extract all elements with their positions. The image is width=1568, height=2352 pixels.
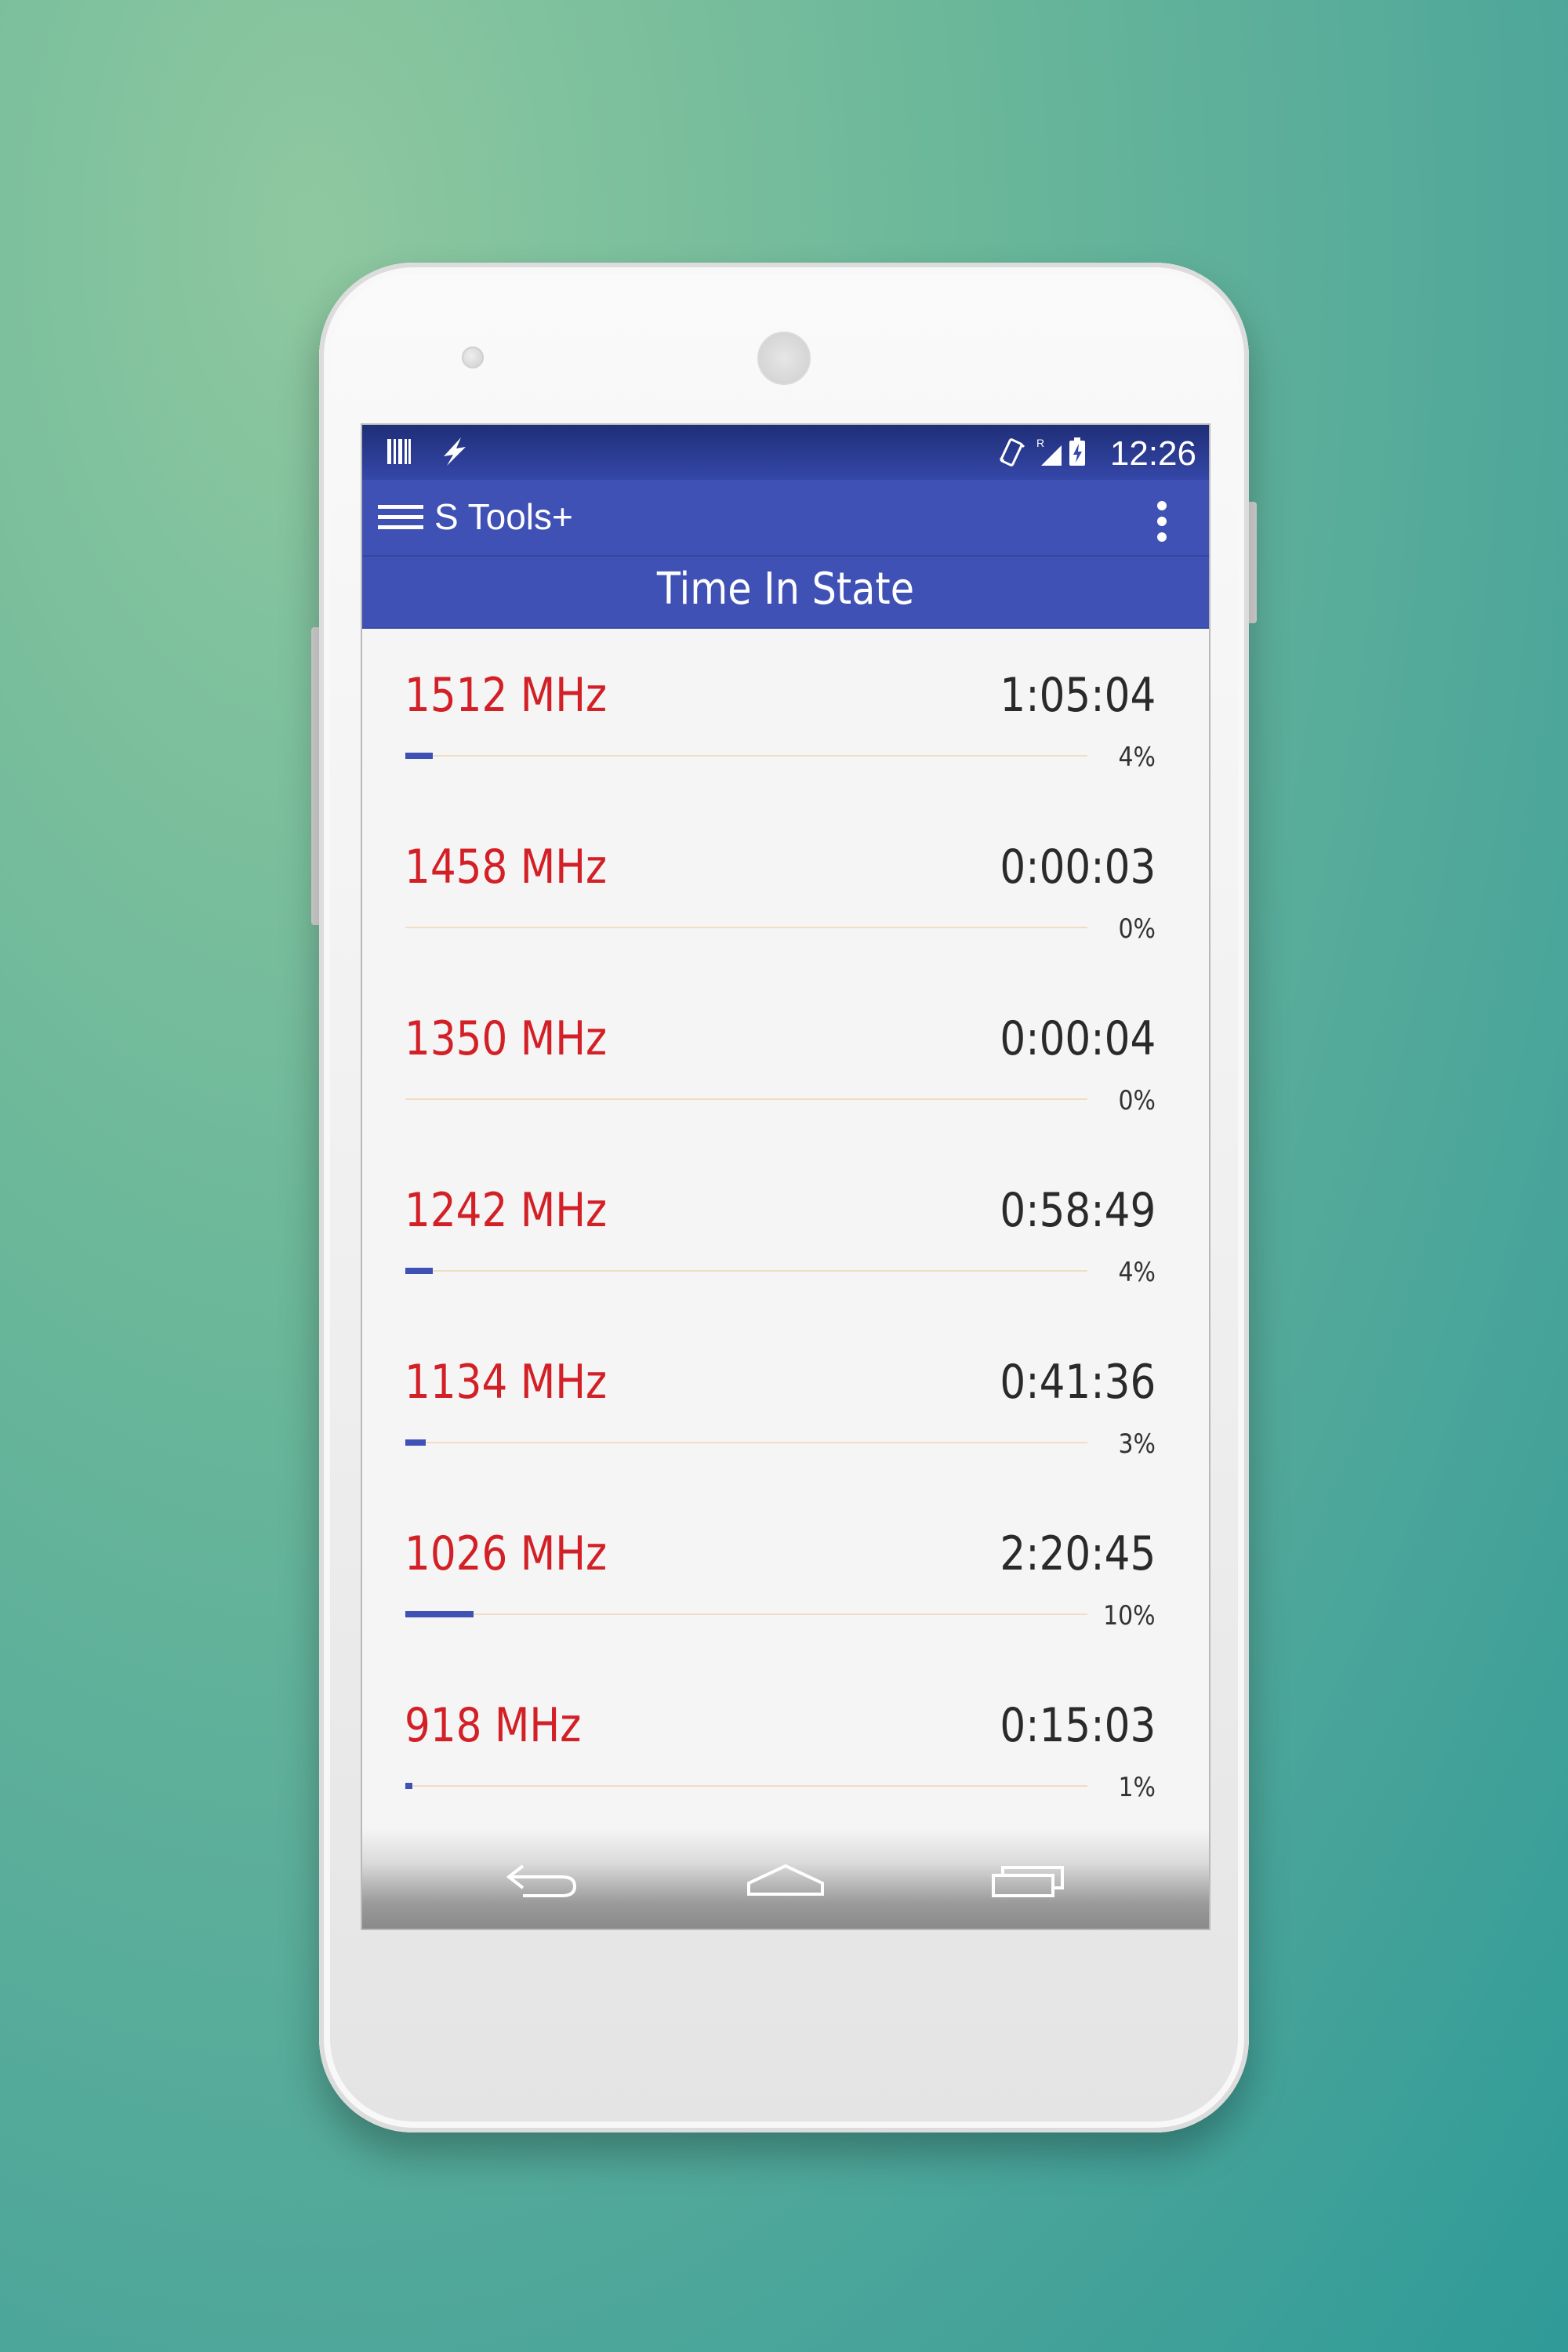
frequency-label: 1512 MHz [405,668,608,723]
progress-track [405,927,1087,928]
percent-label: 1% [1118,1772,1156,1803]
status-time: 12:26 [1109,434,1196,473]
list-item[interactable]: 1026 MHz 2:20:45 10% [362,1486,1209,1657]
navigation-bar [362,1828,1209,1929]
app-bar: S Tools+ Time In State [362,480,1209,629]
list-item[interactable]: 1242 MHz 0:58:49 4% [362,1142,1209,1314]
frequency-label: 1458 MHz [405,840,608,895]
progress-fill [405,1611,474,1617]
list-item[interactable]: 1512 MHz 1:05:04 4% [362,627,1209,799]
app-title: S Tools+ [434,496,573,537]
percent-label: 0% [1118,1085,1156,1116]
home-icon[interactable] [742,1855,829,1905]
app-bar-divider [362,555,1209,557]
screen: R 12:26 S Tools+ Time In State 1512 MHz … [361,423,1210,1930]
time-value: 0:15:03 [1000,1698,1156,1753]
frequency-label: 1134 MHz [405,1355,608,1410]
list-item[interactable]: 1458 MHz 0:00:03 0% [362,799,1209,971]
time-value: 0:00:03 [1000,840,1156,895]
list-item[interactable]: 1134 MHz 0:41:36 3% [362,1314,1209,1486]
status-bar: R 12:26 [362,425,1209,480]
percent-label: 10% [1103,1600,1156,1632]
time-in-state-list: 1512 MHz 1:05:04 4% 1458 MHz 0:00:03 0% … [362,627,1209,1829]
recent-apps-icon[interactable] [985,1855,1072,1905]
front-camera [462,347,484,368]
status-right-icons: R [999,437,1085,466]
time-value: 2:20:45 [1000,1526,1156,1581]
progress-track [405,1783,1087,1789]
flash-icon [444,437,466,466]
list-item[interactable]: 1350 MHz 0:00:04 0% [362,971,1209,1142]
hamburger-menu-icon[interactable] [372,488,431,547]
earpiece-speaker [757,332,811,385]
roaming-signal-icon: R [1036,437,1062,466]
roaming-indicator: R [1036,437,1044,449]
progress-track [405,1098,1087,1100]
time-value: 0:58:49 [1000,1183,1156,1238]
barcode-icon [387,439,411,464]
progress-track [405,1611,1087,1617]
progress-track [405,1268,1087,1274]
battery-charging-icon [1069,437,1085,466]
time-value: 0:41:36 [1000,1355,1156,1410]
list-item[interactable]: 918 MHz 0:15:03 1% [362,1657,1209,1829]
frequency-label: 1350 MHz [405,1011,608,1066]
percent-label: 4% [1118,1257,1156,1288]
time-value: 1:05:04 [1000,668,1156,723]
more-vert-icon[interactable] [1146,492,1178,551]
back-icon[interactable] [499,1855,586,1905]
time-value: 0:00:04 [1000,1011,1156,1066]
progress-fill [405,1268,433,1274]
frequency-label: 918 MHz [405,1698,582,1753]
phone-side-button-left [311,627,319,925]
progress-fill [405,1783,412,1789]
progress-fill [405,1439,426,1446]
progress-track [405,1439,1087,1446]
progress-track [405,753,1087,759]
percent-label: 0% [1118,913,1156,945]
section-title: Time In State [656,564,915,615]
vibrate-icon [999,438,1025,466]
phone-power-button [1249,502,1257,623]
frequency-label: 1242 MHz [405,1183,608,1238]
progress-fill [405,753,433,759]
percent-label: 4% [1118,742,1156,773]
percent-label: 3% [1118,1428,1156,1460]
frequency-label: 1026 MHz [405,1526,608,1581]
